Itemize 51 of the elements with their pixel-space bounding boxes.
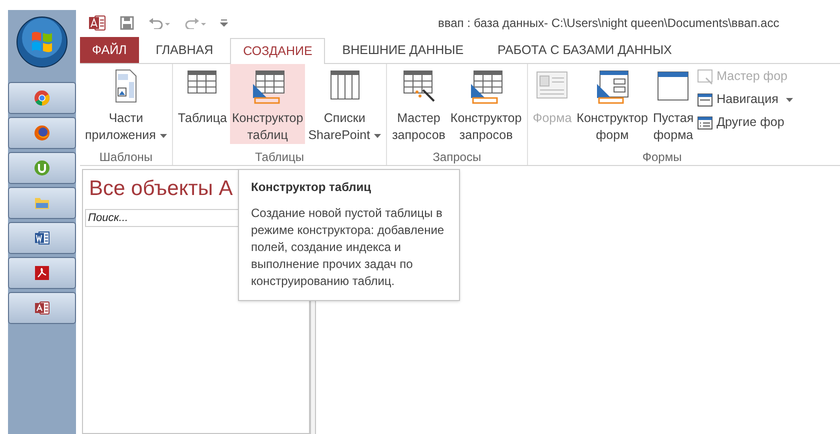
ribbon-button[interactable]: Конструктор запросов xyxy=(448,64,524,144)
ribbon-tab[interactable]: СОЗДАНИЕ xyxy=(230,38,326,64)
caret-icon xyxy=(786,98,794,102)
ribbon-tab[interactable]: ГЛАВНАЯ xyxy=(138,37,230,63)
access-logo-icon xyxy=(88,14,106,32)
taskbar-button[interactable] xyxy=(8,152,76,184)
window-title: ввап : база данных- C:\Users\night queen\Documents\ввап.acc xyxy=(438,14,780,32)
query-wizard-icon xyxy=(400,68,437,104)
group-label: Шаблоны xyxy=(99,149,152,165)
folder-icon xyxy=(34,195,50,211)
taskbar-button[interactable] xyxy=(8,222,76,254)
group-label: Формы xyxy=(642,149,682,165)
form-wizard-icon xyxy=(696,68,713,84)
ribbon-button[interactable]: Мастер запросов xyxy=(390,64,448,144)
ribbon-tab[interactable]: РАБОТА С БАЗАМИ ДАННЫХ xyxy=(480,37,689,63)
start-button[interactable] xyxy=(16,16,68,68)
ribbon-tab[interactable]: ВНЕШНИЕ ДАННЫЕ xyxy=(325,37,481,63)
ribbon-button[interactable]: Навигация xyxy=(696,89,794,110)
word-icon xyxy=(34,230,50,246)
tooltip-title: Конструктор таблиц xyxy=(251,179,372,196)
pdf-icon xyxy=(34,265,50,281)
redo-icon[interactable] xyxy=(184,16,206,28)
save-icon[interactable] xyxy=(120,16,134,30)
group-label: Таблицы xyxy=(254,149,304,165)
ribbon-button[interactable]: Таблица xyxy=(176,64,229,144)
pane-title: Все объекты A xyxy=(89,176,233,202)
group-label: Запросы xyxy=(432,149,482,165)
taskbar-button[interactable] xyxy=(8,187,76,219)
taskbar-button[interactable] xyxy=(8,82,76,114)
ribbon-button[interactable]: Пустая форма xyxy=(650,64,696,144)
navigation-form-icon xyxy=(696,92,713,108)
form-list-icon xyxy=(696,114,713,130)
caret-icon xyxy=(374,134,382,138)
form-design-icon xyxy=(594,68,630,104)
customize-icon[interactable] xyxy=(220,18,228,26)
taskbar-button[interactable] xyxy=(8,292,76,324)
firefox-icon xyxy=(34,125,50,141)
taskbar-button[interactable] xyxy=(8,257,76,289)
undo-icon[interactable] xyxy=(148,16,170,28)
access-icon xyxy=(34,300,50,316)
table-design-icon xyxy=(468,68,504,104)
ribbon-button[interactable]: Части приложения xyxy=(83,64,169,144)
utorrent-icon xyxy=(34,160,50,176)
caret-icon xyxy=(160,134,167,138)
chrome-icon xyxy=(34,90,50,106)
taskbar-button[interactable] xyxy=(8,117,76,149)
ribbon-button[interactable]: Конструктор таблиц xyxy=(230,64,306,144)
ribbon-button[interactable]: Списки SharePoint xyxy=(306,64,384,144)
ribbon-tab[interactable]: ФАЙЛ xyxy=(80,37,139,63)
ribbon-button[interactable]: Другие фор xyxy=(696,112,794,133)
ribbon-button[interactable]: Конструктор форм xyxy=(574,64,650,144)
